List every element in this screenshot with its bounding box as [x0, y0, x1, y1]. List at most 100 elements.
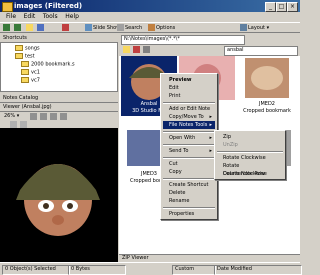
fit-icon[interactable] [50, 113, 57, 120]
submenu-item-delete-note-row[interactable]: Delete Note Row [217, 170, 283, 178]
minimize-button[interactable]: _ [265, 2, 276, 12]
file-notes-submenu: Zip UnZip Rotate Clockwise Rotate Counte… [214, 130, 286, 180]
menu-item-rename[interactable]: Rename [163, 197, 215, 205]
thumbnail-subtitle: Cropped bookmark [243, 108, 291, 114]
image-viewer[interactable] [0, 128, 118, 262]
toolbar: Slide Show Search Options Layout ▾ [0, 22, 300, 33]
zip-viewer-tab[interactable]: ZIP Viewer [119, 254, 300, 262]
slideshow-button[interactable]: Slide Show [85, 24, 120, 33]
forward-arrow-icon [14, 24, 21, 31]
back-button[interactable] [3, 24, 11, 33]
thumbnail[interactable]: JMED2 Cropped bookmark [237, 56, 297, 116]
menu-separator [163, 207, 215, 209]
menu-item-create-shortcut[interactable]: Create Shortcut [163, 181, 215, 189]
submenu-arrow-icon: ▸ [209, 148, 212, 154]
tree-item[interactable]: 2000 bookmark.s [21, 61, 75, 68]
menu-item-label: Copy/Move To [169, 114, 204, 120]
folder-icon[interactable] [123, 46, 130, 53]
tree-item[interactable]: vc1 [21, 69, 40, 76]
view-icon [62, 24, 69, 31]
forward-button[interactable] [14, 24, 22, 33]
menu-separator [217, 151, 283, 153]
menu-edit[interactable]: Edit [24, 12, 36, 22]
menu-item-send-to[interactable]: Send To ▸ [163, 147, 215, 155]
close-button[interactable]: × [287, 2, 298, 12]
folder-icon [21, 77, 29, 83]
folder-icon [15, 45, 23, 51]
rotate-icon[interactable] [10, 121, 17, 128]
submenu-item-rotate-ccw[interactable]: Rotate Counterclockwise [217, 162, 283, 177]
menu-item-preview[interactable]: Preview [163, 76, 215, 84]
menu-item-label: Send To [169, 148, 189, 154]
tag-icon[interactable] [133, 46, 140, 53]
submenu-item-unzip: UnZip [223, 142, 238, 148]
viewer-header: Viewer (Ansbal.jpg) [0, 103, 118, 112]
menu-item-label: File Notes Tools [169, 122, 208, 128]
filter-bar: ansbal [119, 45, 300, 56]
up-button[interactable] [26, 24, 34, 33]
grid-icon[interactable] [143, 46, 150, 53]
window-title: images (Filtered) [14, 2, 83, 10]
options-button[interactable]: Options [148, 24, 175, 33]
tree-item[interactable]: songs [15, 45, 40, 52]
layout-label: Layout [248, 25, 265, 31]
menu-item-open-with[interactable]: Open With ▸ [163, 134, 215, 142]
context-menu: Preview Edit Print Add or Edit Note Copy… [160, 73, 218, 220]
menu-separator [163, 157, 215, 159]
menu-separator [163, 131, 215, 133]
view-button[interactable] [62, 24, 70, 33]
menu-item-copy[interactable]: Copy [163, 168, 215, 176]
submenu-arrow-icon: ▸ [209, 122, 212, 128]
title-bar: images (Filtered) _ □ × [0, 0, 300, 12]
options-icon [148, 24, 155, 31]
folder-up-icon [26, 24, 33, 31]
zoom-dropdown[interactable]: 26% ▾ [4, 113, 19, 119]
folder-icon [21, 61, 29, 67]
crop-icon[interactable] [20, 121, 27, 128]
address-input[interactable]: N:\Notes\images\(*.*\* [121, 35, 245, 45]
layout-button[interactable]: Layout ▾ [240, 24, 269, 33]
menu-file[interactable]: File [6, 12, 16, 22]
notes-catalog-panel: Notes Catalog Viewer (Ansbal.jpg) 26% ▾ [0, 94, 118, 128]
folder-tree[interactable]: songs test 2000 bookmark.s vc1 vc7 [0, 42, 118, 92]
options-label: Options [156, 25, 176, 31]
menu-item-copy-move[interactable]: Copy/Move To ▸ [163, 113, 215, 121]
submenu-item-rotate-cw[interactable]: Rotate Clockwise [217, 154, 283, 162]
viewer-toolbar: 26% ▾ [0, 112, 118, 128]
menu-item-print[interactable]: Print [163, 92, 215, 100]
filter-input[interactable]: ansbal [224, 46, 298, 56]
menu-tools[interactable]: Tools [43, 12, 58, 22]
refresh-icon [37, 24, 44, 31]
app-icon [2, 2, 13, 12]
zoom-value: 26% [4, 113, 16, 119]
thumbnail-name: JMED2 [259, 101, 275, 107]
search-icon [117, 24, 124, 31]
menu-item-cut[interactable]: Cut [163, 160, 215, 168]
menu-help[interactable]: Help [65, 12, 79, 22]
menu-item-edit[interactable]: Edit [163, 84, 215, 92]
address-bar: N:\Notes\images\(*.*\* [119, 34, 300, 45]
maximize-button[interactable]: □ [276, 2, 287, 12]
menu-bar: File Edit Tools Help [0, 12, 300, 22]
tree-item[interactable]: vc7 [21, 77, 40, 84]
submenu-arrow-icon: ▸ [209, 135, 212, 141]
menu-item-add-edit-note[interactable]: Add or Edit Note [163, 105, 215, 113]
tree-item[interactable]: test [15, 53, 35, 60]
menu-item-file-notes-tools[interactable]: File Notes Tools ▸ [163, 121, 215, 129]
viewer-image [16, 164, 100, 236]
search-button[interactable]: Search [117, 24, 142, 33]
back-arrow-icon [3, 24, 10, 31]
refresh-button[interactable] [37, 24, 45, 33]
thumbnail-image [245, 58, 289, 98]
search-label: Search [125, 25, 143, 31]
zoom-out-icon[interactable] [40, 113, 47, 120]
actual-size-icon[interactable] [60, 113, 67, 120]
submenu-item-zip[interactable]: Zip [217, 133, 283, 141]
tree-label: 2000 bookmark.s [31, 61, 75, 68]
zoom-in-icon[interactable] [30, 113, 37, 120]
folder-icon [21, 69, 29, 75]
menu-item-delete[interactable]: Delete [163, 189, 215, 197]
notes-catalog-header[interactable]: Notes Catalog [0, 94, 118, 103]
submenu-arrow-icon: ▸ [209, 114, 212, 120]
menu-item-properties[interactable]: Properties [163, 210, 215, 218]
